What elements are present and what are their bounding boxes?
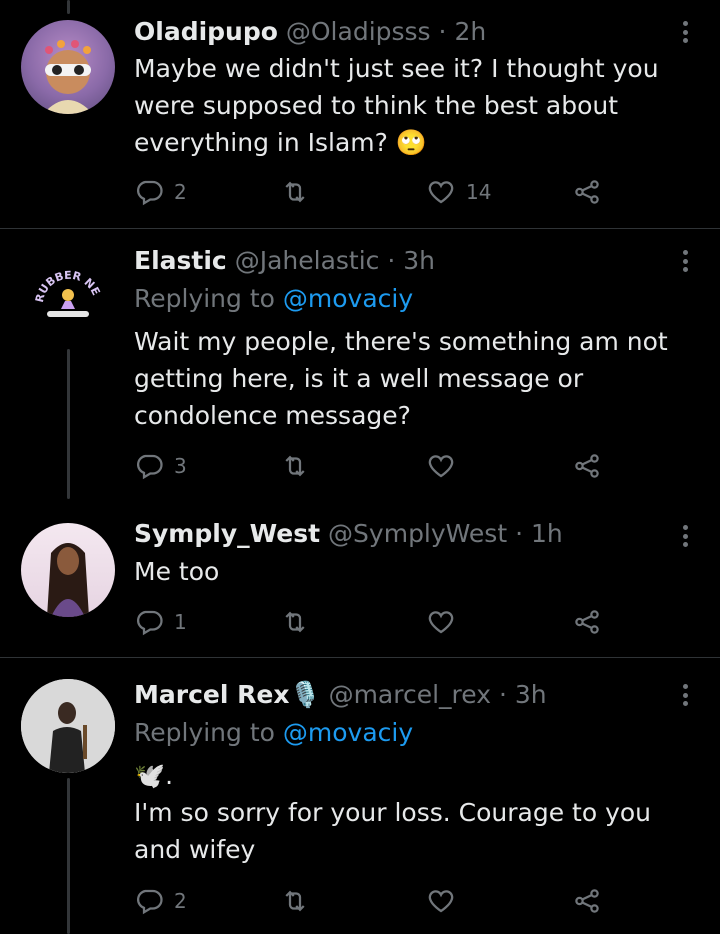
avatar-logo-text: RUBBER NECK: [21, 249, 103, 304]
like-button[interactable]: [426, 450, 466, 482]
retweet-button[interactable]: [280, 450, 320, 482]
tweet-header: Symply_West @SymplyWest · 1h: [134, 518, 563, 550]
retweet-button[interactable]: [280, 885, 320, 917]
retweet-button[interactable]: [280, 176, 320, 208]
user-handle[interactable]: @Jahelastic: [235, 246, 380, 275]
thread-line: [67, 778, 70, 934]
avatar[interactable]: [21, 679, 115, 773]
avatar[interactable]: [21, 20, 115, 114]
tweet-actions: 2: [134, 885, 614, 917]
tweet-oladipupo[interactable]: Oladipupo @Oladipsss · 2h Maybe we didn'…: [0, 0, 720, 228]
reply-button[interactable]: 1: [134, 606, 187, 638]
tweet-symply-west[interactable]: Symply_West @SymplyWest · 1h Me too 1: [0, 499, 720, 657]
tweet-text-line1: 🕊️.: [134, 761, 174, 790]
reply-button[interactable]: 3: [134, 450, 187, 482]
reply-button[interactable]: 2: [134, 176, 187, 208]
timestamp[interactable]: 3h: [515, 680, 547, 709]
separator-dot: ·: [438, 17, 447, 46]
reply-icon: [137, 610, 163, 636]
avatar[interactable]: [21, 523, 115, 617]
heart-icon: [428, 890, 454, 913]
replying-to-label: Replying to: [134, 284, 283, 313]
tweet-actions: 3: [134, 450, 614, 482]
tweet-elastic[interactable]: RUBBER NECK Elastic @Jahelastic · 3h Rep…: [0, 229, 720, 499]
like-button[interactable]: [426, 606, 466, 638]
mention-link[interactable]: @movaciy: [283, 284, 413, 313]
share-icon: [575, 610, 599, 634]
timestamp[interactable]: 1h: [531, 519, 563, 548]
retweet-icon: [285, 890, 305, 912]
timestamp[interactable]: 2h: [454, 17, 486, 46]
share-button[interactable]: [572, 450, 602, 482]
reply-icon: [137, 889, 163, 915]
display-name[interactable]: Oladipupo: [134, 17, 278, 46]
more-icon[interactable]: [678, 246, 692, 276]
tweet-text: Maybe we didn't just see it? I thought y…: [134, 54, 659, 157]
reply-count: 2: [174, 889, 187, 913]
retweet-button[interactable]: [280, 606, 320, 638]
tweet-text: Wait my people, there's something am not…: [134, 327, 668, 430]
heart-icon: [428, 611, 454, 634]
reply-button[interactable]: 2: [134, 885, 187, 917]
user-handle[interactable]: @Oladipsss: [286, 17, 431, 46]
tweet-text: Me too: [134, 557, 220, 586]
replying-to: Replying to @movaciy: [134, 283, 413, 315]
share-button[interactable]: [572, 176, 602, 208]
reply-count: 2: [174, 180, 187, 204]
reply-count: 1: [174, 610, 187, 634]
reply-icon: [137, 180, 163, 206]
avatar[interactable]: RUBBER NECK: [21, 249, 115, 343]
like-count: 14: [466, 180, 492, 204]
separator-dot: ·: [498, 680, 507, 709]
timestamp[interactable]: 3h: [403, 246, 435, 275]
more-icon[interactable]: [678, 17, 692, 47]
tweet-header: Marcel Rex🎙️ @marcel_rex · 3h: [134, 679, 547, 711]
tweet-text: I'm so sorry for your loss. Courage to y…: [134, 798, 652, 864]
user-handle[interactable]: @SymplyWest: [328, 519, 507, 548]
retweet-icon: [285, 611, 305, 633]
more-icon[interactable]: [678, 521, 692, 551]
mention-link[interactable]: @movaciy: [283, 718, 413, 747]
microphone-icon: 🎙️: [289, 680, 321, 709]
reply-icon: [137, 454, 163, 480]
tweet-marcel-rex[interactable]: Marcel Rex🎙️ @marcel_rex · 3h Replying t…: [0, 658, 720, 934]
share-button[interactable]: [572, 885, 602, 917]
reply-count: 3: [174, 454, 187, 478]
tweet-header: Oladipupo @Oladipsss · 2h: [134, 16, 486, 48]
display-name[interactable]: Marcel Rex: [134, 680, 289, 709]
separator-dot: ·: [515, 519, 524, 548]
share-icon: [575, 454, 599, 478]
more-icon[interactable]: [678, 680, 692, 710]
thread-line: [67, 349, 70, 499]
heart-icon: [428, 181, 454, 204]
tweet-header: Elastic @Jahelastic · 3h: [134, 245, 435, 277]
separator-dot: ·: [387, 246, 396, 275]
tweet-actions: 1: [134, 606, 614, 638]
display-name[interactable]: Symply_West: [134, 519, 320, 548]
tweet-actions: 2 14: [134, 176, 614, 208]
share-icon: [575, 180, 599, 204]
replying-to: Replying to @movaciy: [134, 717, 413, 749]
like-button[interactable]: [426, 885, 466, 917]
retweet-icon: [285, 181, 305, 203]
svg-text:RUBBER NECK: RUBBER NECK: [21, 249, 103, 304]
share-button[interactable]: [572, 606, 602, 638]
retweet-icon: [285, 455, 305, 477]
like-button[interactable]: 14: [426, 176, 491, 208]
heart-icon: [428, 455, 454, 478]
display-name[interactable]: Elastic: [134, 246, 227, 275]
share-icon: [575, 889, 599, 913]
replying-to-label: Replying to: [134, 718, 283, 747]
user-handle[interactable]: @marcel_rex: [329, 680, 491, 709]
